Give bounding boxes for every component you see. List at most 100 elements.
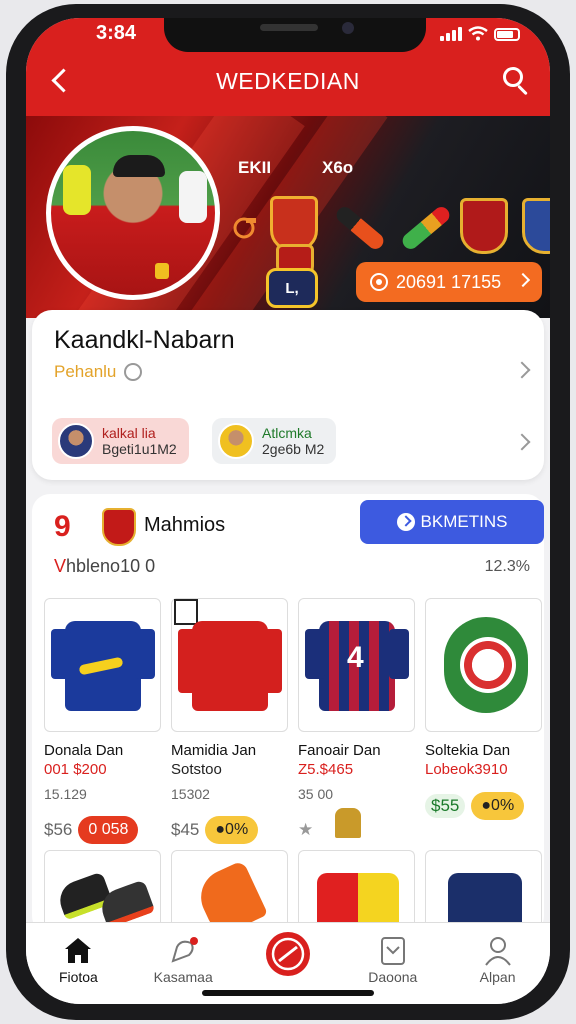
product-price: Z5.$465 [298,761,354,778]
product-sold: 15.129 [44,786,87,802]
message-icon [171,937,199,963]
document-icon [380,937,405,965]
camera-notch [164,18,426,52]
front-camera-icon [342,22,354,34]
whistle-icon [233,217,256,239]
search-icon[interactable] [500,64,532,96]
level-badge[interactable]: L, [266,268,318,308]
tab-label: Alpan [479,969,516,985]
friend-chip-1[interactable]: kalkal lia Bgeti1u1M2 [52,418,189,464]
product-price: 001 $200 [44,761,107,778]
tab-home[interactable]: Fiotoa [26,923,131,1004]
discount-pill[interactable]: 0 058 [78,816,139,844]
product-small-price: $56 [44,820,73,839]
status-time: 3:84 [96,22,137,44]
promo-button[interactable]: 20691 17155 [356,262,542,302]
hero-caption-right: X6o [322,158,354,177]
product-sold: 35 00 [298,786,334,802]
product-small-price: $45 [171,820,200,839]
market-subtitle: Vhbleno10 0 [54,556,155,577]
club-crest-icon [102,508,136,546]
product-tags: ★ [298,808,415,844]
discount-pill[interactable]: ● 0% [471,792,525,820]
brand-tag-icon [174,599,198,625]
striped-jersey-icon: 4 [305,621,409,711]
product-tags: $45 ● 0% [171,816,288,844]
product-image: 4 [298,598,415,732]
trophy-icon [335,808,362,838]
product-tags: $56 0 058 [44,816,161,844]
market-subtitle-text: hbleno10 0 [66,556,156,576]
tube-item-icon-2 [399,203,453,253]
profile-chevron-icon[interactable] [513,361,531,379]
discount-value: 0% [225,821,249,838]
home-icon [65,938,92,963]
profile-avatar[interactable] [46,126,220,300]
discount-value: 0% [491,797,515,814]
arrow-circle-icon [396,513,415,531]
info-icon[interactable] [124,363,143,381]
red-jersey-icon [178,621,282,711]
ball-bag-icon [444,617,528,713]
target-icon [370,273,388,291]
product-name: Fanoair Dan [298,742,381,759]
jersey-badge-icon [155,263,169,279]
v-shield-icon [460,198,508,254]
phone-frame: 3:84 WEDKEDIAN EKII X6o L, 20691 17155 K… [6,4,570,1020]
page-title: WEDKEDIAN [216,68,360,94]
home-indicator[interactable] [202,990,374,996]
tab-label: Daoona [368,969,418,985]
friend-name: Atlcmka [262,425,312,441]
product-row: Donala Dan 001 $200 15.129 $56 0 058 Mam… [44,598,542,844]
friends-chevron-icon[interactable] [513,433,531,451]
product-card[interactable]: Donala Dan 001 $200 15.129 $56 0 058 [44,598,161,844]
app-screen: 3:84 WEDKEDIAN EKII X6o L, 20691 17155 K… [26,18,550,1004]
product-image [425,598,542,732]
market-count: 9 [54,510,71,543]
signal-icon [440,27,462,41]
product-card[interactable]: Mamidia Jan Sotstoo 15302 $45 ● 0% [171,598,288,844]
friend-meta: 2ge6b M2 [262,441,325,457]
market-subtitle-initial: V [54,556,67,576]
chevron-right-icon [515,272,531,288]
market-title: Mahmios [144,514,226,536]
blue-shield-icon [522,198,550,254]
market-action-button[interactable]: BKMETINS [360,500,544,544]
speaker-grille [260,24,318,31]
tab-label: Fiotoa [58,969,98,985]
tube-item-icon [333,203,387,253]
product-tags: $55 ● 0% [425,792,542,820]
wifi-icon [468,26,488,41]
discount-pill[interactable]: ● 0% [205,816,259,844]
product-image [44,598,161,732]
product-name: Donala Dan [44,742,124,759]
product-name: Mamidia Jan [171,742,257,759]
product-price: Lobeok3910 [425,761,508,778]
blue-jersey-icon [51,621,155,711]
friend-avatar [58,423,94,459]
friend-avatar [218,423,254,459]
hero-caption-left: EKII [238,158,272,177]
friend-name: kalkal lia [102,425,156,441]
product-sold: 15302 [171,786,210,802]
ball-kick-icon [265,932,310,976]
battery-icon [494,28,520,41]
friend-chip-2[interactable]: Atlcmka 2ge6b M2 [212,418,337,464]
product-card[interactable]: Soltekia Dan Lobeok3910 $55 ● 0% [425,598,542,844]
friend-meta: Bgeti1u1M2 [102,441,177,457]
market-section: 9 Mahmios BKMETINS Vhbleno10 0 12.3% Don… [32,494,544,940]
star-icon[interactable]: ★ [298,820,313,840]
tab-profile[interactable]: Alpan [445,923,550,1004]
promo-label: 20691 17155 [396,271,502,292]
status-icons [440,26,520,41]
product-price: Sotstoo [171,761,222,778]
product-small-price: $55 [425,794,466,818]
product-image [171,598,288,732]
product-card[interactable]: 4 Fanoair Dan Z5.$465 35 00 ★ [298,598,415,844]
profile-subtitle: Pehanlu [54,362,117,381]
header-bar: 3:84 WEDKEDIAN [26,18,550,116]
market-rate: 12.3% [484,558,530,575]
market-action-label: BKMETINS [420,512,508,531]
profile-name: Kaandkl-Nabarn [54,326,235,354]
profile-subtitle-row: Pehanlu [54,362,143,382]
